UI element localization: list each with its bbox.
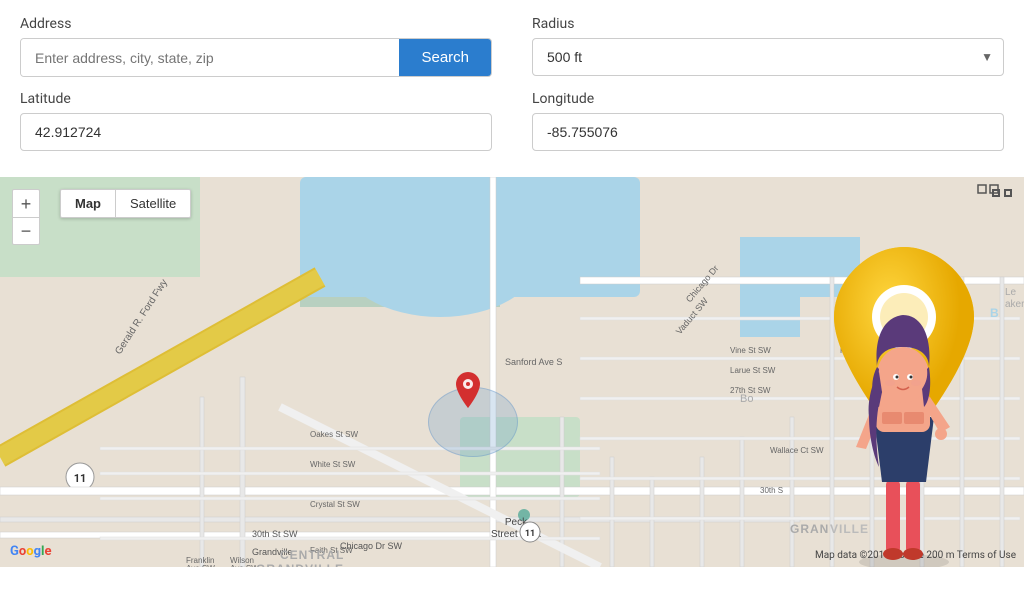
latitude-label: Latitude	[20, 91, 492, 107]
zoom-controls: + −	[12, 189, 40, 245]
row-address-radius: Address Search Radius 100 ft 250 ft 500 …	[20, 16, 1004, 77]
fullscreen-icon[interactable]	[992, 189, 1012, 209]
svg-text:30th S: 30th S	[760, 486, 783, 495]
svg-text:Oakes St SW: Oakes St SW	[310, 430, 358, 439]
svg-text:Sanford Ave S: Sanford Ave S	[505, 357, 562, 367]
radius-select-wrapper: 100 ft 250 ft 500 ft 1000 ft 1 mile 5 mi…	[532, 38, 1004, 76]
radius-label: Radius	[532, 16, 1004, 32]
svg-text:Ave SW: Ave SW	[186, 564, 215, 567]
google-logo: Google	[10, 544, 51, 559]
map-type-satellite-button[interactable]: Satellite	[116, 190, 190, 217]
longitude-input[interactable]	[532, 113, 1004, 151]
address-field-group: Address Search	[20, 16, 492, 77]
radius-select[interactable]: 100 ft 250 ft 500 ft 1000 ft 1 mile 5 mi…	[533, 39, 1003, 75]
form-section: Address Search Radius 100 ft 250 ft 500 …	[0, 0, 1024, 177]
zoom-out-button[interactable]: −	[12, 217, 40, 245]
row-lat-lon: Latitude Longitude	[20, 91, 1004, 151]
svg-text:30th St SW: 30th St SW	[252, 529, 298, 539]
svg-text:GRANDVILLE: GRANDVILLE	[256, 562, 344, 567]
latitude-input[interactable]	[20, 113, 492, 151]
svg-text:11: 11	[74, 472, 87, 485]
svg-text:White St SW: White St SW	[310, 460, 356, 469]
app-container: Address Search Radius 100 ft 250 ft 500 …	[0, 0, 1024, 567]
longitude-field-group: Longitude	[532, 91, 1004, 151]
svg-text:Vine St SW: Vine St SW	[730, 346, 771, 355]
radius-field-group: Radius 100 ft 250 ft 500 ft 1000 ft 1 mi…	[532, 16, 1004, 77]
latitude-field-group: Latitude	[20, 91, 492, 151]
svg-text:Le: Le	[1005, 287, 1017, 298]
search-button[interactable]: Search	[399, 39, 491, 76]
svg-text:Larue St SW: Larue St SW	[730, 366, 776, 375]
character-illustration	[814, 227, 994, 567]
map-pin	[456, 372, 480, 412]
svg-text:Crystal St SW: Crystal St SW	[310, 500, 360, 509]
longitude-label: Longitude	[532, 91, 1004, 107]
svg-text:CENTRAL: CENTRAL	[280, 548, 344, 562]
address-label: Address	[20, 16, 492, 32]
address-input[interactable]	[21, 39, 399, 76]
address-input-wrapper: Search	[20, 38, 492, 77]
svg-text:11: 11	[525, 529, 535, 539]
svg-text:aker: aker	[1005, 299, 1024, 310]
zoom-in-button[interactable]: +	[12, 189, 40, 217]
map-type-controls: Map Satellite	[60, 189, 191, 218]
svg-text:Bo: Bo	[740, 393, 753, 405]
map-type-map-button[interactable]: Map	[61, 190, 115, 217]
map-container: 11	[0, 177, 1024, 567]
svg-text:Ave SW: Ave SW	[230, 564, 259, 567]
